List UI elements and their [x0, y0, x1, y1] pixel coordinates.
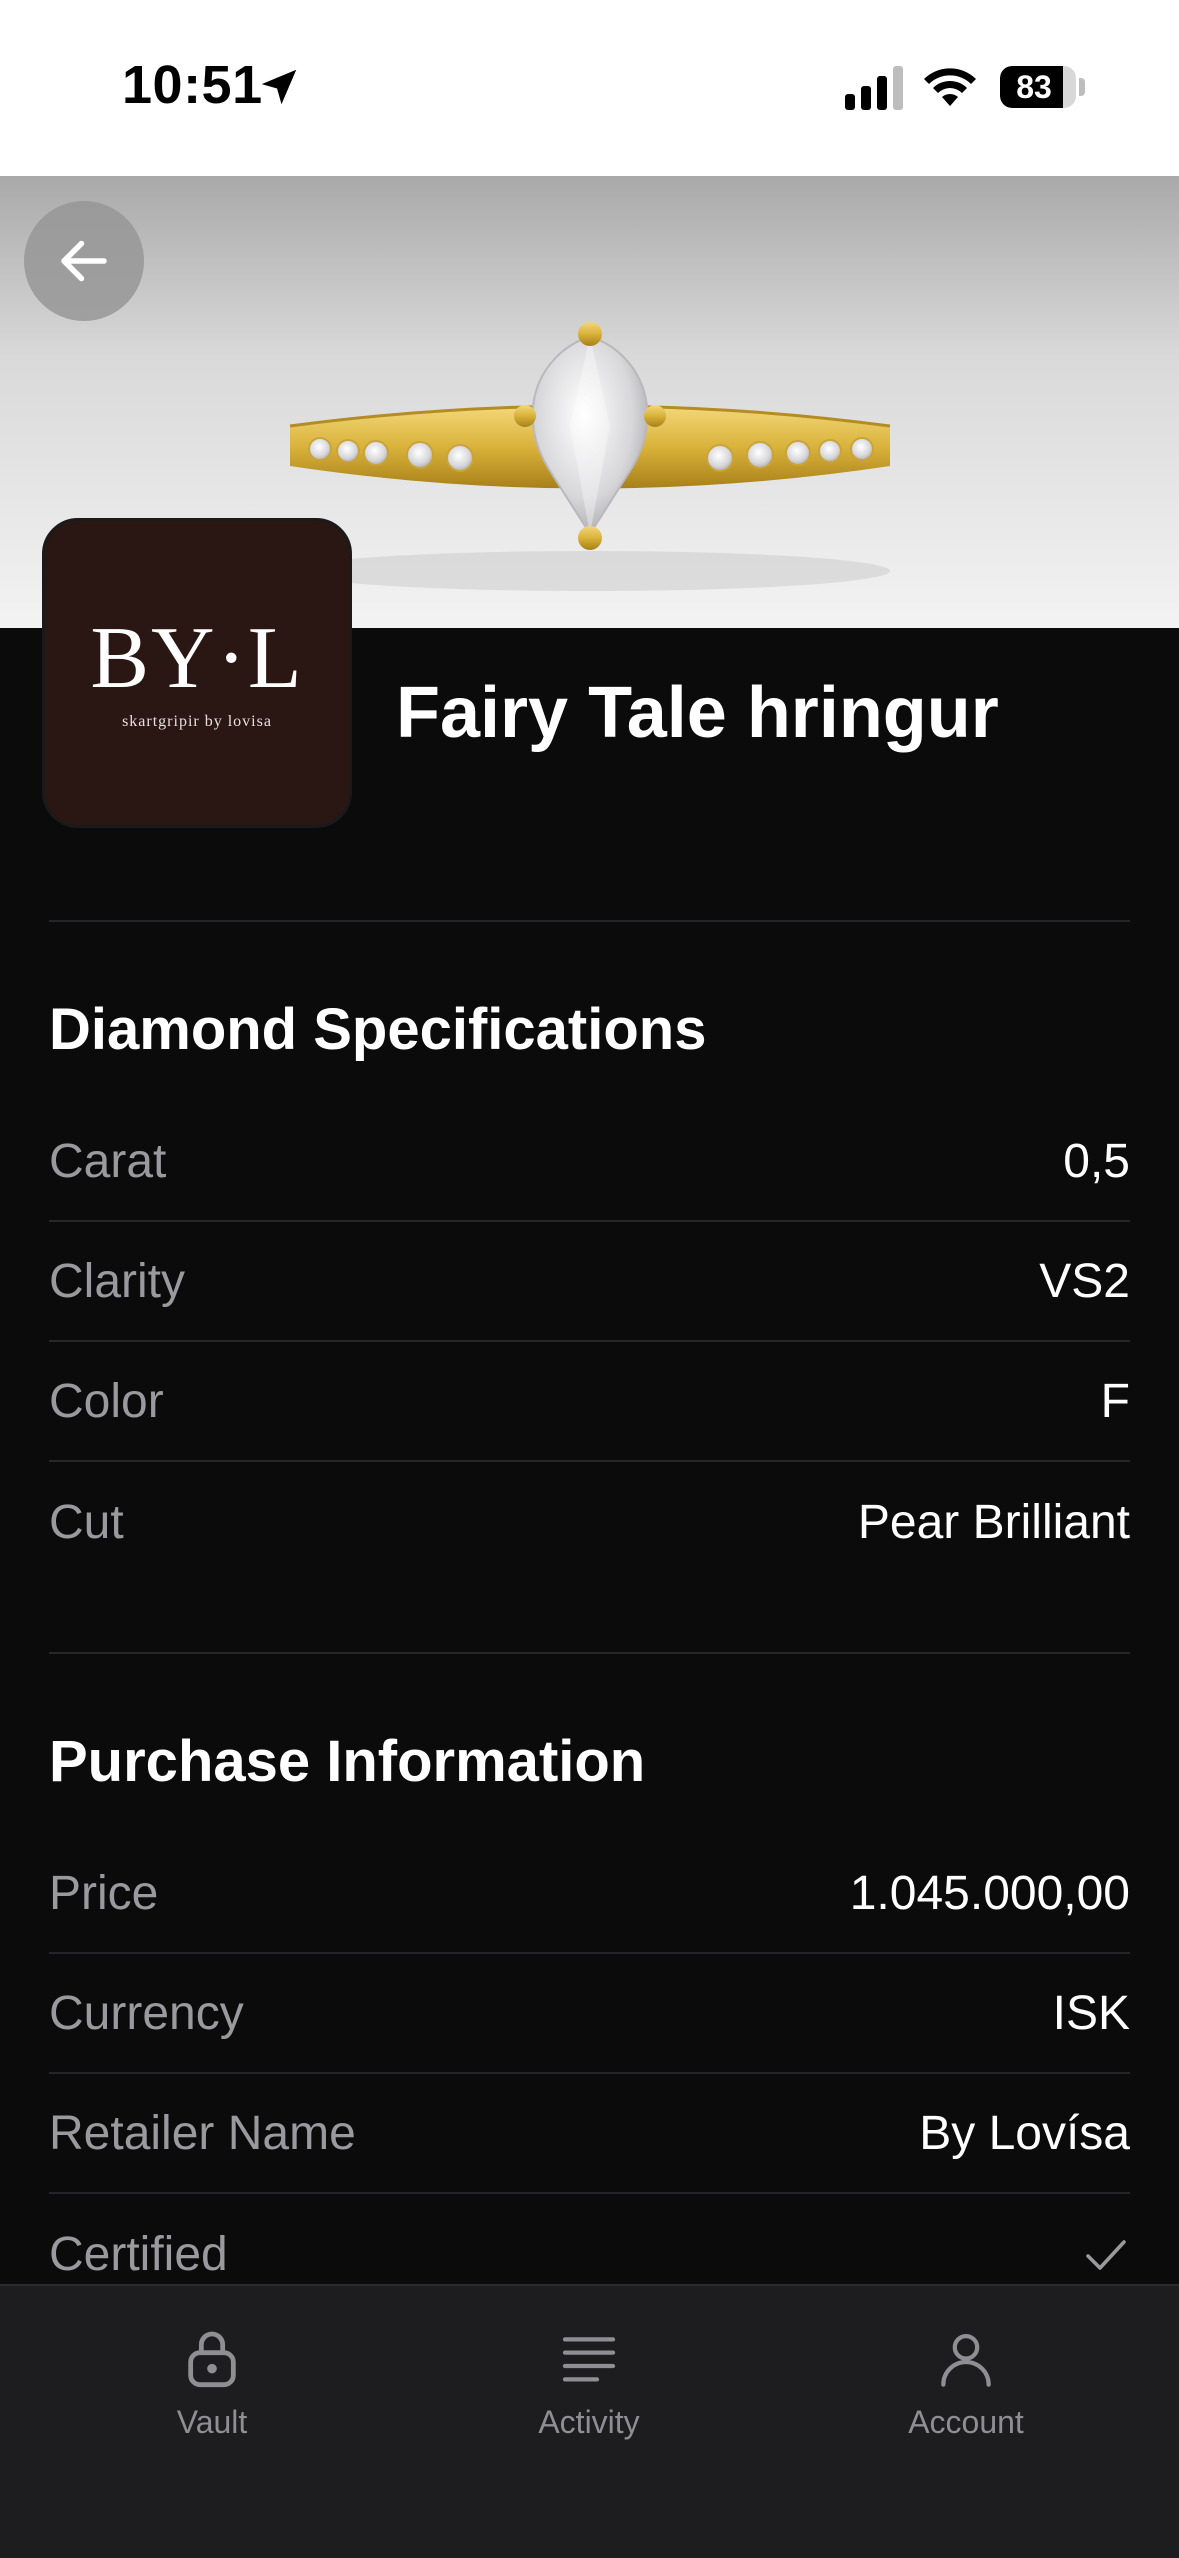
arrow-left-icon [61, 240, 107, 282]
brand-logo: BY·L skartgripir by lovisa [42, 518, 352, 828]
tab-label: Account [908, 2404, 1024, 2440]
product-title: Fairy Tale hringur [396, 673, 999, 753]
status-time: 10:51 [122, 55, 263, 115]
spec-label: Clarity [49, 1254, 186, 1308]
purchase-label: Retailer Name [49, 2106, 356, 2160]
wifi-icon [924, 68, 976, 106]
lock-icon [188, 2331, 236, 2388]
spec-value: Pear Brilliant [857, 1495, 1130, 1549]
diamond-specs-title: Diamond Specifications [49, 997, 707, 1062]
tab-vault[interactable]: Vault [82, 2326, 342, 2441]
purchase-label: Certified [49, 2227, 228, 2281]
back-button[interactable] [24, 201, 144, 321]
cellular-signal-icon [845, 66, 903, 110]
spec-row-cut: Cut Pear Brilliant [49, 1462, 1130, 1582]
spec-row-color: Color F [49, 1342, 1130, 1462]
ring-image [289, 322, 891, 591]
spec-label: Color [49, 1374, 164, 1428]
spec-value: VS2 [1039, 1254, 1130, 1308]
brand-logo-mark: BY·L [90, 610, 304, 707]
spec-label: Cut [49, 1495, 124, 1549]
spec-value: F [1100, 1374, 1130, 1428]
tab-account[interactable]: Account [836, 2326, 1096, 2441]
tab-label: Vault [176, 2404, 248, 2440]
spec-label: Carat [49, 1134, 167, 1188]
purchase-row-retailer: Retailer Name By Lovísa [49, 2074, 1130, 2194]
list-icon [562, 2337, 616, 2382]
section-divider [49, 920, 1130, 922]
checkmark-icon [1086, 2240, 1126, 2270]
purchase-info-title: Purchase Information [49, 1729, 646, 1794]
battery-nub [1079, 78, 1085, 96]
spec-row-clarity: Clarity VS2 [49, 1222, 1130, 1342]
tab-bar: Vault Activity Account [0, 2284, 1179, 2558]
battery-percentage: 83 [1016, 68, 1052, 105]
purchase-label: Currency [49, 1986, 244, 2040]
purchase-value: ISK [1052, 1986, 1130, 2040]
status-bar: 10:51 83 [0, 0, 1179, 176]
location-arrow-icon [261, 69, 297, 105]
purchase-value: By Lovísa [919, 2106, 1130, 2160]
person-icon [941, 2334, 991, 2387]
spec-row-carat: Carat 0,5 [49, 1102, 1130, 1222]
purchase-row-currency: Currency ISK [49, 1954, 1130, 2074]
tab-activity[interactable]: Activity [459, 2326, 719, 2441]
battery-indicator: 83 [1000, 66, 1076, 108]
brand-logo-subtitle: skartgripir by lovisa [122, 713, 272, 730]
tab-label: Activity [538, 2404, 640, 2440]
purchase-row-price: Price 1.045.000,00 [49, 1834, 1130, 1954]
section-divider [49, 1652, 1130, 1654]
purchase-label: Price [49, 1866, 159, 1920]
purchase-value: 1.045.000,00 [849, 1866, 1130, 1920]
spec-value: 0,5 [1063, 1134, 1130, 1188]
